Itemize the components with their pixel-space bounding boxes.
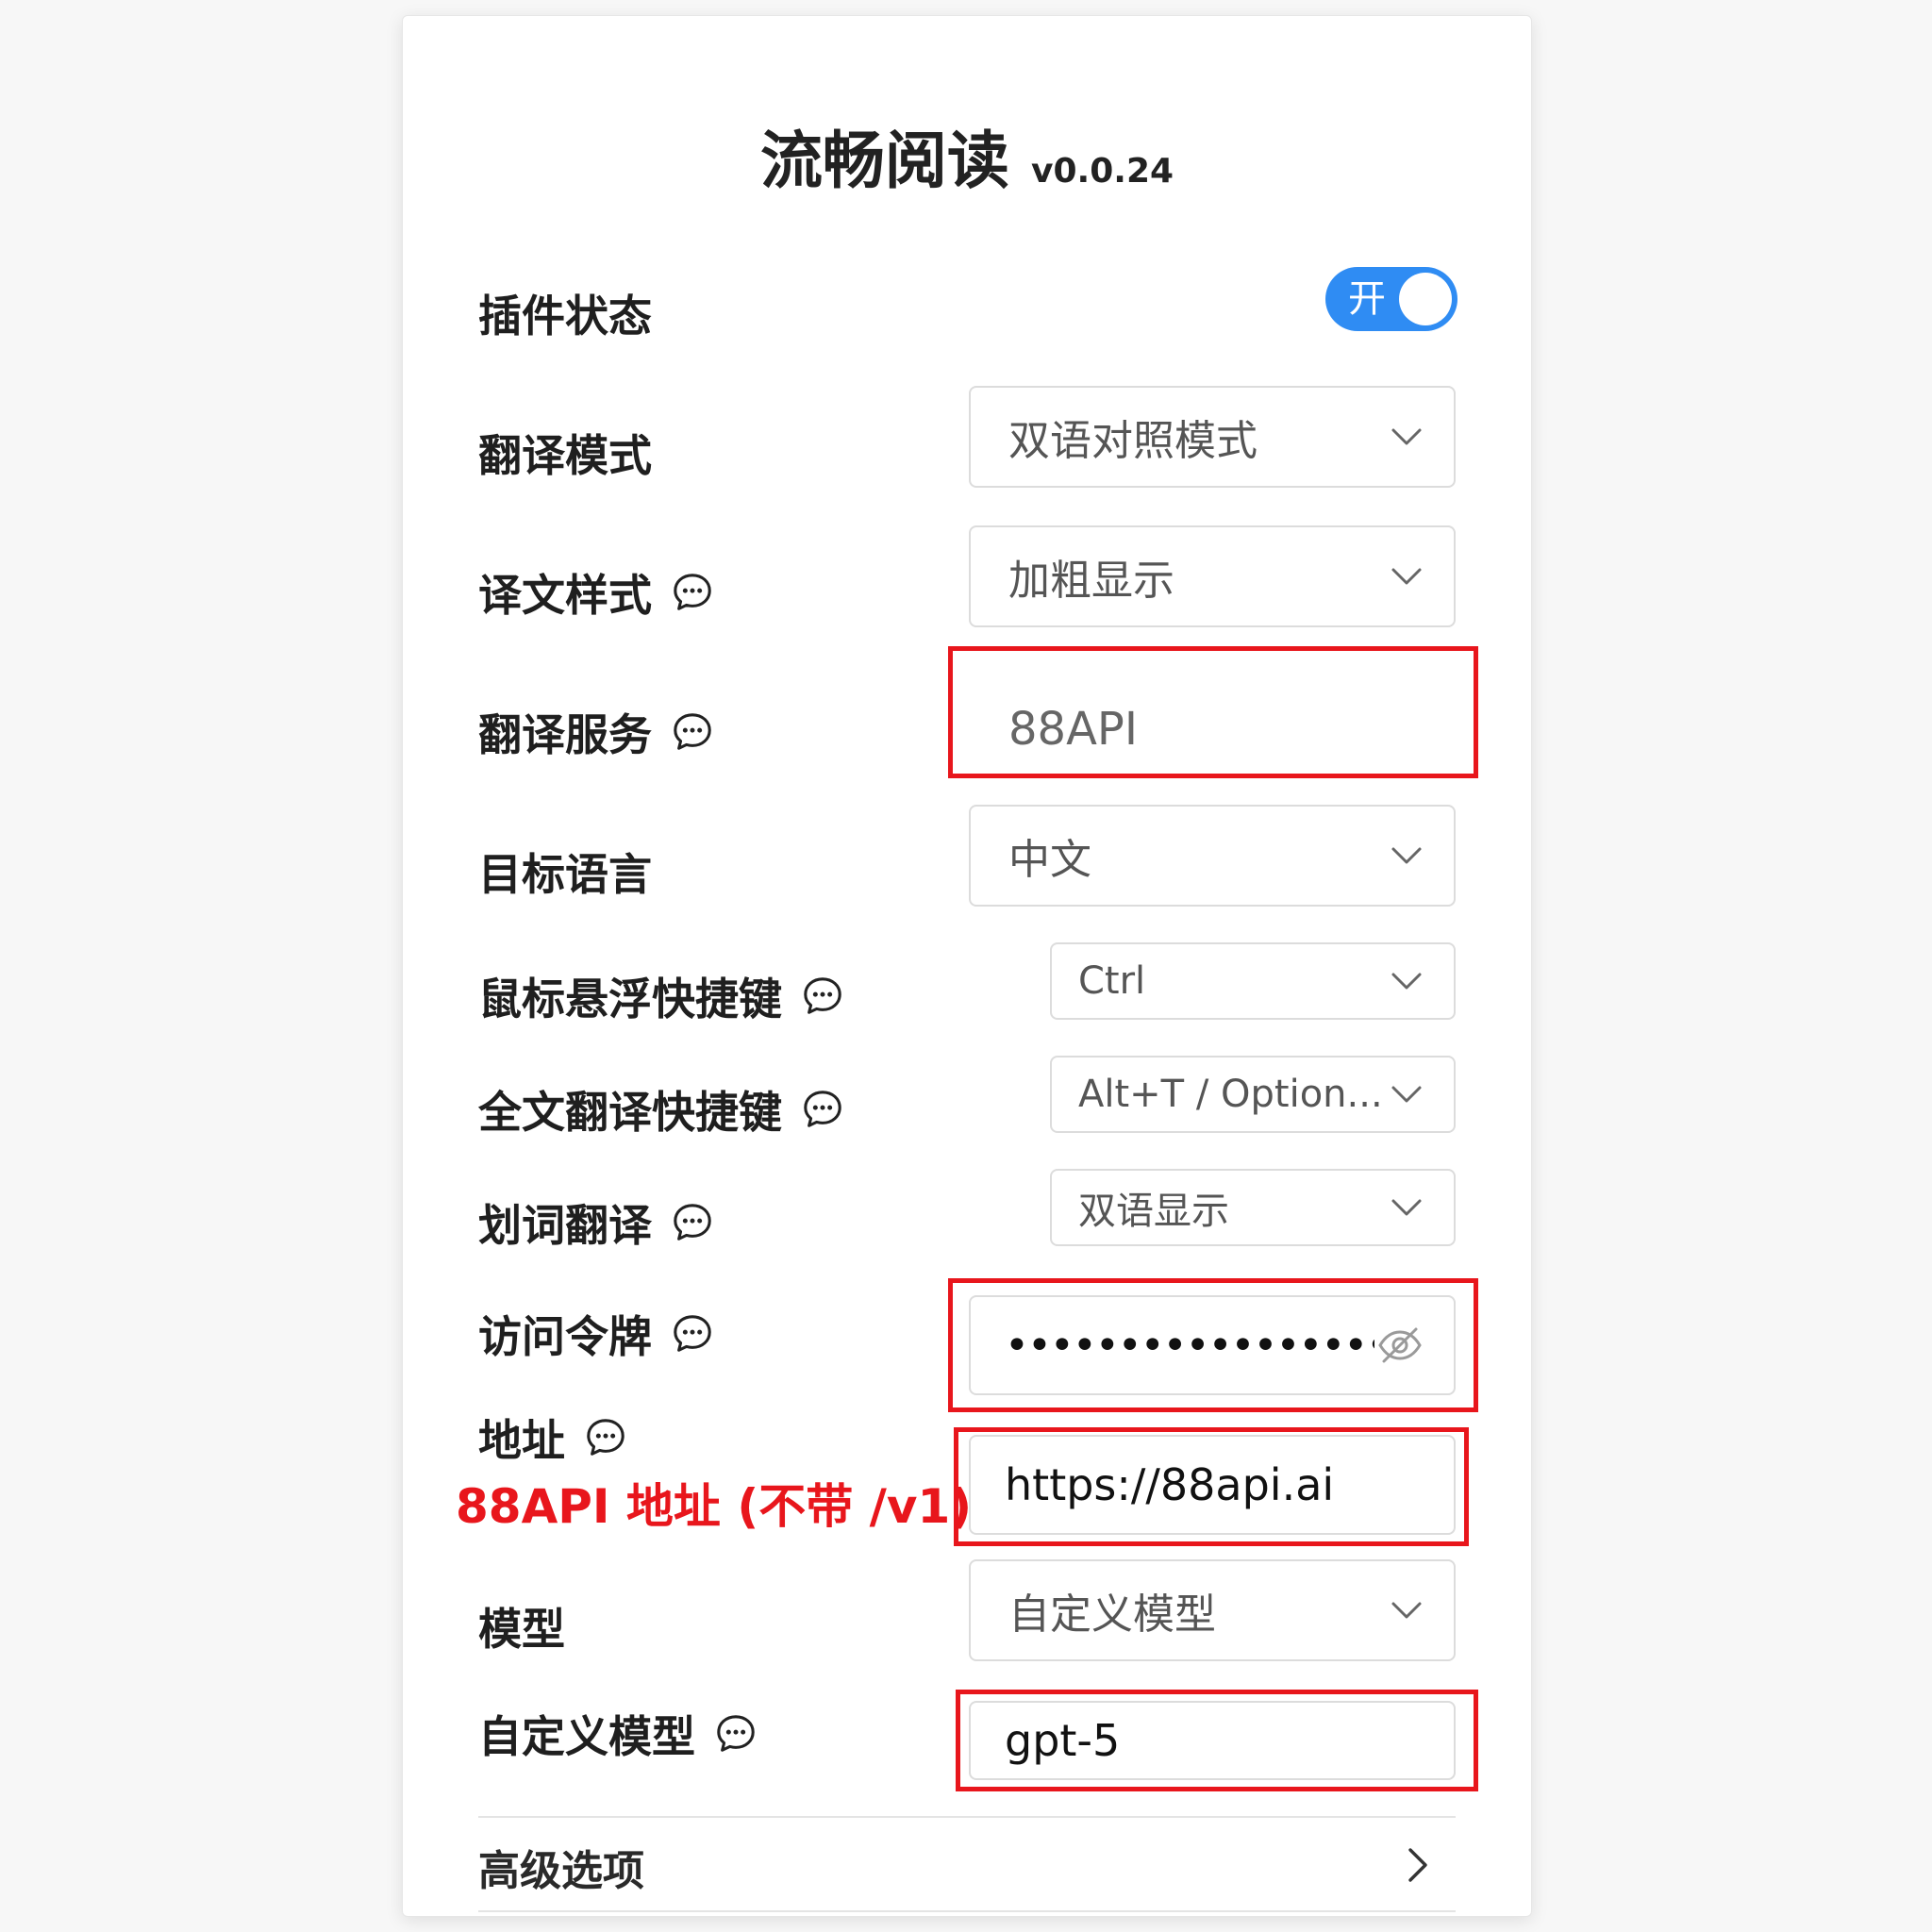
divider-top [478,1816,1456,1818]
model-select[interactable]: 自定义模型 [969,1559,1456,1661]
access-token-label-text: 访问令牌 [478,1311,652,1362]
custom-model-value: gpt-5 [1005,1715,1121,1766]
address-annotation: 88API 地址 (不带 /v1) [456,1479,973,1534]
eye-off-icon[interactable] [1374,1320,1425,1371]
chevron-down-icon [1388,558,1425,595]
target-language-select[interactable]: 中文 [969,805,1456,907]
translation-mode-label-text: 翻译模式 [478,430,652,481]
app-version: v0.0.24 [1031,152,1174,191]
address-value: https://88api.ai [1005,1459,1335,1510]
translation-mode-select[interactable]: 双语对照模式 [969,386,1456,488]
translation-service-label: 翻译服务 [478,699,714,765]
translation-style-value: 加粗显示 [1008,557,1174,605]
toggle-knob [1399,273,1452,325]
toggle-on-text: 开 [1348,277,1386,321]
plugin-status-label-text: 插件状态 [478,291,652,341]
address-input[interactable]: https://88api.ai [969,1435,1456,1535]
title-row: 流畅阅读 v0.0.24 [403,110,1531,197]
target-language-value: 中文 [1008,836,1091,884]
translation-style-label: 译文样式 [478,559,714,625]
translation-mode-label: 翻译模式 [478,420,652,486]
access-token-masked-value: ••••••••••••••••••••• [1005,1321,1374,1370]
divider-bottom [478,1910,1456,1912]
chat-bubble-icon[interactable] [671,571,714,614]
chevron-down-icon [1388,1591,1425,1629]
translation-mode-value: 双语对照模式 [1008,417,1257,465]
translation-style-label-text: 译文样式 [478,570,652,621]
custom-model-label-text: 自定义模型 [478,1711,695,1762]
chevron-down-icon [1388,837,1425,874]
custom-model-input[interactable]: gpt-5 [969,1701,1456,1780]
chat-bubble-icon[interactable] [801,974,844,1018]
target-language-label-text: 目标语言 [478,849,652,900]
chat-bubble-icon[interactable] [801,1088,844,1131]
chat-bubble-icon[interactable] [671,1312,714,1356]
chat-bubble-icon[interactable] [671,710,714,754]
chat-bubble-icon[interactable] [584,1416,627,1459]
plugin-status-toggle[interactable]: 开 [1325,267,1457,331]
custom-model-label: 自定义模型 [478,1701,758,1767]
translation-style-select[interactable]: 加粗显示 [969,525,1456,627]
chevron-down-icon [1388,1075,1425,1113]
selection-translate-value: 双语显示 [1078,1190,1229,1233]
chevron-down-icon [1388,962,1425,1000]
chat-bubble-icon[interactable] [671,1201,714,1244]
settings-panel: 流畅阅读 v0.0.24 插件状态 开 翻译模式 双语对照模式 译文样式 加粗显… [402,15,1532,1917]
fulltext-hotkey-select[interactable]: Alt+T / Option... [1050,1056,1456,1133]
access-token-label: 访问令牌 [478,1301,714,1367]
selection-translate-label: 划词翻译 [478,1190,714,1256]
selection-translate-label-text: 划词翻译 [478,1200,652,1251]
fulltext-hotkey-value: Alt+T / Option... [1078,1073,1383,1116]
hover-hotkey-label-text: 鼠标悬浮快捷键 [478,974,782,1024]
selection-translate-select[interactable]: 双语显示 [1050,1169,1456,1246]
model-label-text: 模型 [478,1604,565,1655]
address-label: 地址 [478,1405,627,1471]
translation-service-label-text: 翻译服务 [478,709,652,760]
hover-hotkey-value: Ctrl [1078,959,1146,1003]
chevron-down-icon [1388,1189,1425,1226]
fulltext-hotkey-label-text: 全文翻译快捷键 [478,1087,782,1138]
target-language-label: 目标语言 [478,839,652,905]
access-token-input[interactable]: ••••••••••••••••••••• [969,1295,1456,1395]
app-title: 流畅阅读 [759,125,1009,197]
plugin-status-label: 插件状态 [478,280,652,346]
address-label-text: 地址 [478,1415,565,1466]
advanced-options-label[interactable]: 高级选项 [478,1837,644,1897]
hover-hotkey-label: 鼠标悬浮快捷键 [478,963,844,1029]
model-label: 模型 [478,1593,565,1659]
chat-bubble-icon[interactable] [714,1712,758,1756]
chevron-right-icon[interactable] [1399,1842,1437,1888]
model-value: 自定义模型 [1008,1591,1216,1639]
hover-hotkey-select[interactable]: Ctrl [1050,942,1456,1020]
chevron-down-icon [1388,418,1425,456]
fulltext-hotkey-label: 全文翻译快捷键 [478,1076,844,1142]
translation-service-value[interactable]: 88API [1008,703,1138,756]
